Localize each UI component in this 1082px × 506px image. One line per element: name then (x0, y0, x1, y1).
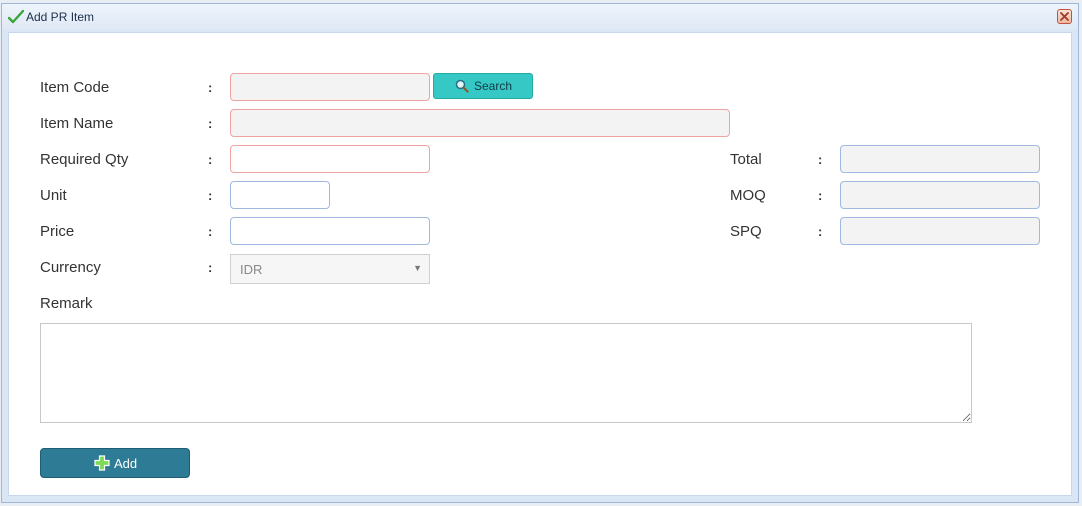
colon: : (818, 188, 823, 203)
remark-textarea[interactable] (40, 323, 972, 423)
item-code-input[interactable] (230, 73, 430, 101)
search-icon (455, 79, 469, 96)
item-name-label: Item Name (40, 115, 114, 132)
colon: : (208, 224, 213, 239)
total-label: Total (730, 151, 762, 168)
moq-label: MOQ (730, 187, 766, 204)
colon: : (818, 152, 823, 167)
colon: : (208, 152, 213, 167)
spq-input[interactable] (840, 217, 1040, 245)
checkmark-icon (7, 9, 25, 25)
currency-select[interactable]: IDR ▼ (230, 254, 430, 284)
total-input[interactable] (840, 145, 1040, 173)
colon: : (208, 188, 213, 203)
plus-icon (94, 455, 110, 474)
item-code-label: Item Code (40, 79, 110, 96)
price-label: Price (40, 223, 75, 240)
item-name-input[interactable] (230, 109, 730, 137)
unit-input[interactable] (230, 181, 330, 209)
moq-input[interactable] (840, 181, 1040, 209)
remark-label: Remark (40, 295, 93, 312)
dialog-title: Add PR Item (26, 10, 95, 24)
dialog-body: Item Code : Search Item Name : Required … (8, 32, 1072, 496)
spq-label: SPQ (730, 223, 762, 240)
price-input[interactable] (230, 217, 430, 245)
colon: : (208, 80, 213, 95)
add-pr-item-dialog: Add PR Item Item Code : Search Item Name… (1, 3, 1079, 503)
colon: : (818, 224, 823, 239)
required-qty-label: Required Qty (40, 151, 129, 168)
close-button[interactable] (1057, 9, 1072, 24)
close-icon (1060, 12, 1069, 21)
colon: : (208, 116, 213, 131)
unit-label: Unit (40, 187, 67, 204)
currency-label: Currency (40, 259, 101, 276)
search-button[interactable]: Search (433, 73, 533, 99)
required-qty-input[interactable] (230, 145, 430, 173)
dropdown-arrow-icon: ▼ (413, 263, 422, 273)
colon: : (208, 260, 213, 275)
currency-value: IDR (240, 262, 263, 277)
search-button-label: Search (474, 79, 513, 93)
dialog-titlebar[interactable]: Add PR Item (2, 4, 1078, 30)
add-button-label: Add (114, 456, 138, 471)
add-button[interactable]: Add (40, 448, 190, 478)
